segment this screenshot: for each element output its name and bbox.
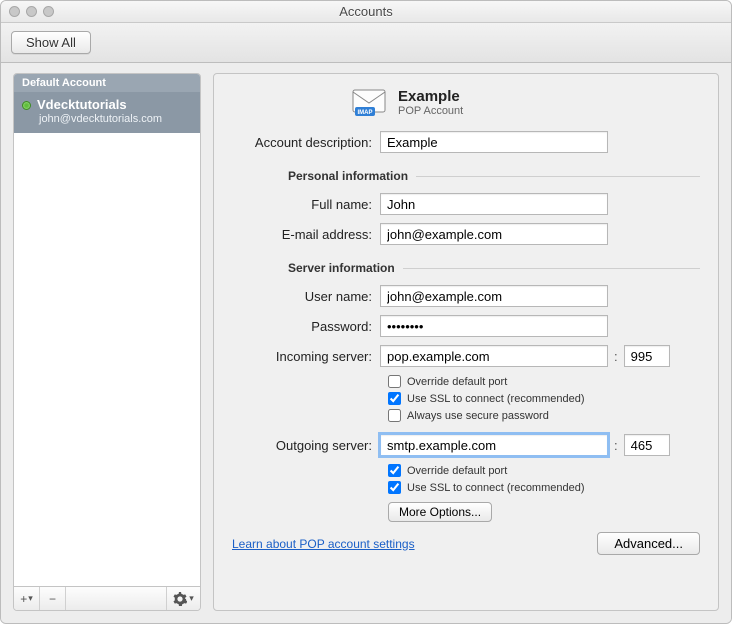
username-label: User name: (232, 289, 380, 304)
full-name-label: Full name: (232, 197, 380, 212)
sidebar-account-item[interactable]: Vdecktutorials john@vdecktutorials.com (14, 92, 200, 133)
show-all-button[interactable]: Show All (11, 31, 91, 54)
outgoing-server-label: Outgoing server: (232, 438, 380, 453)
titlebar: Accounts (1, 1, 731, 23)
sidebar-default-header: Default Account (14, 74, 200, 92)
incoming-port-input[interactable] (624, 345, 670, 367)
sidebar-footer-spacer (66, 587, 166, 610)
outgoing-port-input[interactable] (624, 434, 670, 456)
close-icon[interactable] (9, 6, 20, 17)
password-input[interactable] (380, 315, 608, 337)
incoming-override-port-label: Override default port (407, 376, 507, 388)
toolbar: Show All (1, 23, 731, 63)
outgoing-override-port-label: Override default port (407, 465, 507, 477)
outgoing-ssl-checkbox[interactable] (388, 481, 401, 494)
port-separator: : (608, 349, 624, 364)
port-separator: : (608, 438, 624, 453)
plus-icon: + (20, 592, 27, 606)
accounts-sidebar: Default Account Vdecktutorials john@vdec… (13, 73, 201, 611)
remove-account-button[interactable]: − (40, 587, 66, 610)
minimize-icon[interactable] (26, 6, 37, 17)
gear-icon (173, 592, 187, 606)
incoming-server-input[interactable] (380, 345, 608, 367)
zoom-icon[interactable] (43, 6, 54, 17)
outgoing-ssl-label: Use SSL to connect (recommended) (407, 482, 585, 494)
accounts-window: Accounts Show All Default Account Vdeckt… (0, 0, 732, 624)
add-account-button[interactable]: + ▾ (14, 587, 40, 610)
personal-info-heading: Personal information (288, 169, 416, 183)
incoming-secure-password-label: Always use secure password (407, 410, 549, 422)
full-name-input[interactable] (380, 193, 608, 215)
server-info-heading: Server information (288, 261, 403, 275)
incoming-secure-password-checkbox[interactable] (388, 409, 401, 422)
window-title: Accounts (1, 4, 731, 19)
divider (416, 176, 700, 177)
email-label: E-mail address: (232, 227, 380, 242)
account-title: Example (398, 88, 463, 105)
sidebar-actions-button[interactable]: ▾ (166, 587, 200, 610)
divider (403, 268, 700, 269)
username-input[interactable] (380, 285, 608, 307)
mail-imap-icon: IMAP (352, 89, 386, 117)
incoming-server-label: Incoming server: (232, 349, 380, 364)
learn-pop-link[interactable]: Learn about POP account settings (232, 537, 415, 551)
advanced-button[interactable]: Advanced... (597, 532, 700, 555)
accounts-list[interactable]: Default Account Vdecktutorials john@vdec… (14, 74, 200, 586)
sidebar-account-name: Vdecktutorials (37, 97, 127, 113)
minus-icon: − (49, 592, 56, 606)
svg-text:IMAP: IMAP (358, 110, 373, 116)
traffic-lights (9, 6, 54, 17)
email-input[interactable] (380, 223, 608, 245)
account-description-input[interactable] (380, 131, 608, 153)
outgoing-server-input[interactable] (380, 434, 608, 456)
incoming-ssl-label: Use SSL to connect (recommended) (407, 393, 585, 405)
dropdown-icon: ▾ (189, 593, 194, 604)
status-online-icon (22, 101, 31, 110)
account-type-label: POP Account (398, 105, 463, 117)
outgoing-override-port-checkbox[interactable] (388, 464, 401, 477)
content-area: Default Account Vdecktutorials john@vdec… (1, 63, 731, 623)
more-options-button[interactable]: More Options... (388, 502, 492, 522)
account-settings-panel: IMAP Example POP Account Account descrip… (213, 73, 719, 611)
sidebar-account-email: john@vdecktutorials.com (39, 113, 192, 127)
account-description-label: Account description: (232, 135, 380, 150)
sidebar-footer: + ▾ − ▾ (14, 586, 200, 610)
dropdown-icon: ▾ (28, 593, 33, 604)
password-label: Password: (232, 319, 380, 334)
incoming-override-port-checkbox[interactable] (388, 375, 401, 388)
account-header: IMAP Example POP Account (352, 88, 700, 117)
incoming-ssl-checkbox[interactable] (388, 392, 401, 405)
